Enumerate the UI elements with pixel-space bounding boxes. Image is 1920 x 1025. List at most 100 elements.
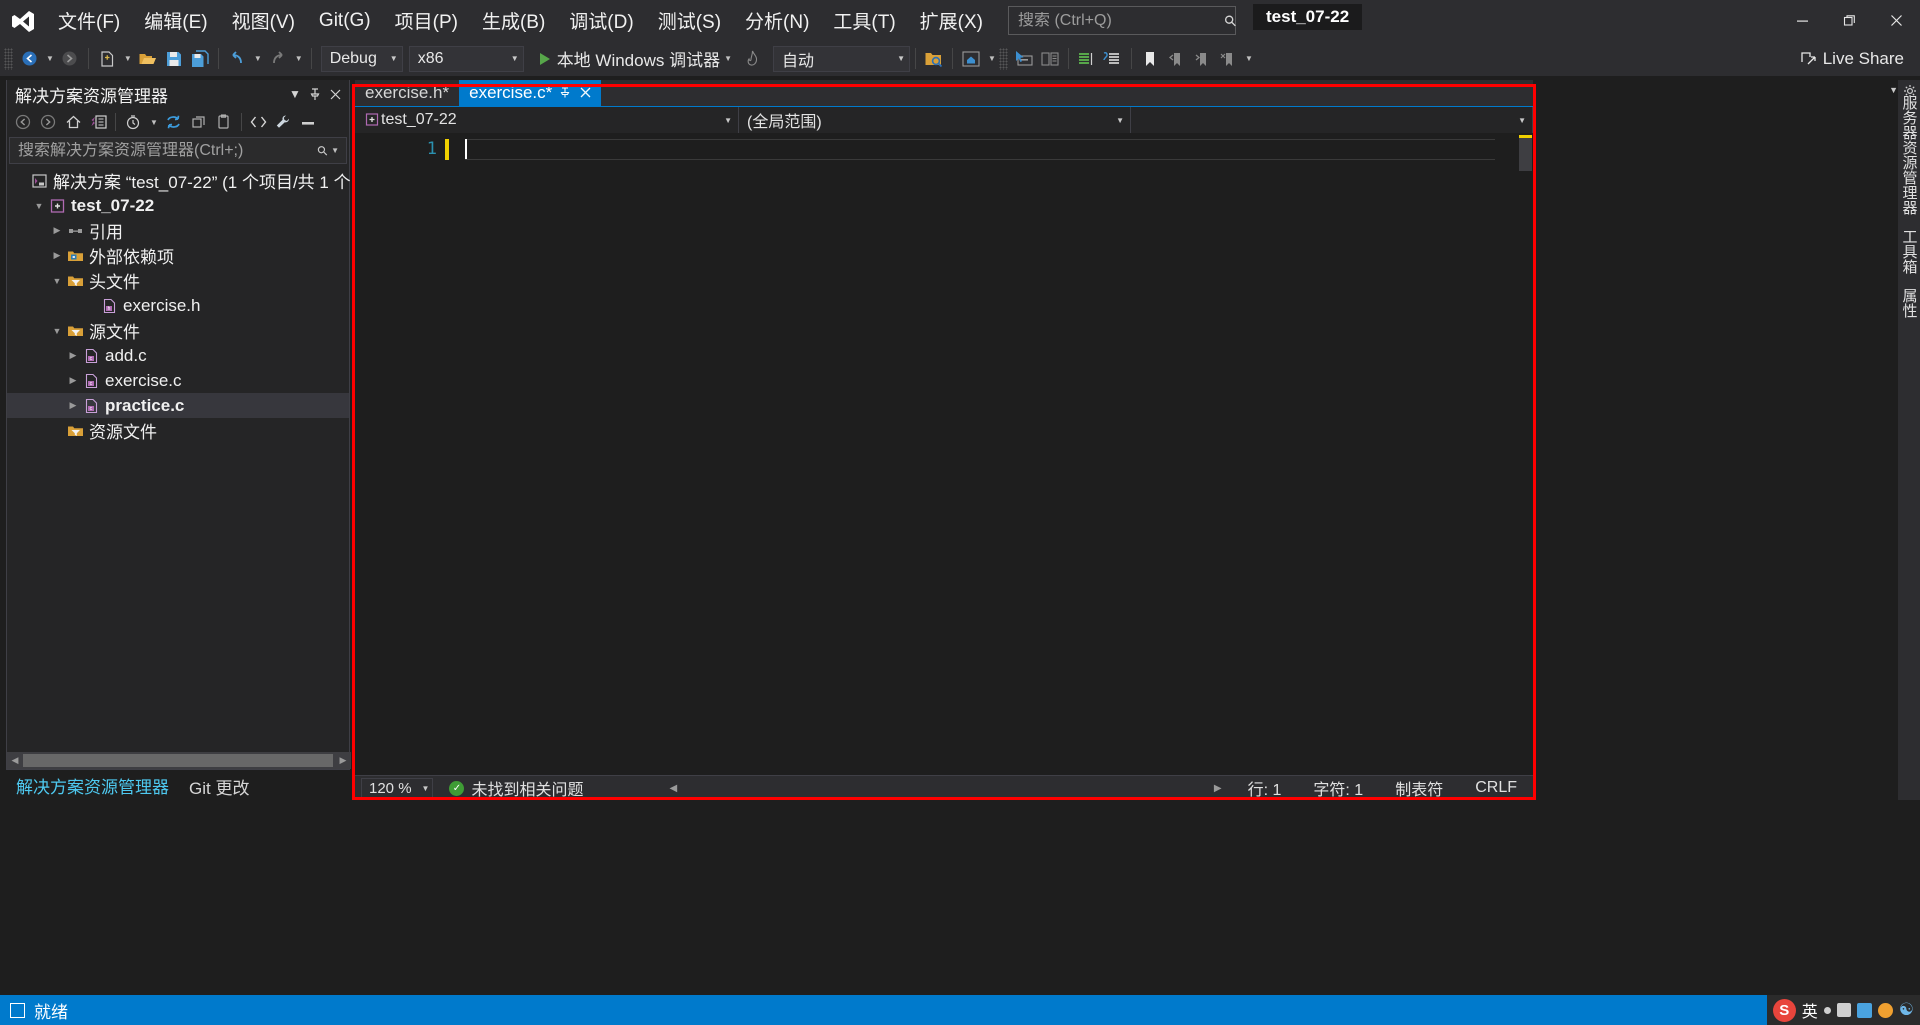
ime-fullwidth-icon[interactable]: [1836, 1003, 1851, 1017]
navigate-back-dropdown-icon[interactable]: ▼: [43, 54, 57, 63]
navbar-project-combo[interactable]: test_07-22 ▼: [355, 107, 739, 133]
menu-build[interactable]: 生成(B): [470, 0, 557, 41]
toolbar-overflow-icon[interactable]: ▼: [1242, 54, 1256, 63]
se-home-icon[interactable]: [61, 110, 85, 134]
tree-item-external-dependencies[interactable]: ▶ 外部依赖项: [7, 243, 349, 268]
tree-item-header-files[interactable]: ▼ 头文件: [7, 268, 349, 293]
undo-dropdown-icon[interactable]: ▼: [251, 54, 265, 63]
platform-combo[interactable]: x86 ▼: [408, 45, 524, 72]
navbar-member-combo[interactable]: ▼: [1131, 107, 1533, 133]
se-back-icon[interactable]: [11, 110, 35, 134]
issue-indicator[interactable]: ✓ 未找到相关问题: [449, 776, 583, 800]
rtab-server-explorer[interactable]: 服务器资源管理器: [1897, 88, 1920, 222]
navigate-forward-icon[interactable]: [57, 45, 83, 73]
se-refresh-icon[interactable]: [162, 110, 186, 134]
live-share-button[interactable]: Live Share: [1800, 45, 1904, 72]
save-all-icon[interactable]: [187, 45, 213, 73]
solution-explorer-search[interactable]: ⚲ ▼: [9, 137, 347, 164]
se-properties-icon[interactable]: [272, 110, 296, 134]
expander-icon[interactable]: ▶: [49, 248, 65, 264]
toolbar-grip[interactable]: [4, 47, 13, 70]
tree-item-solution[interactable]: ▶ 解决方案 “test_07-22” (1 个项目/共 1 个: [7, 168, 351, 193]
close-tab-icon[interactable]: [580, 85, 591, 102]
bookmark-icon[interactable]: [1137, 45, 1163, 73]
expander-icon[interactable]: ▼: [49, 273, 65, 289]
home-window-icon[interactable]: [958, 45, 984, 73]
pin-tab-icon[interactable]: [560, 85, 572, 101]
start-debugging-button[interactable]: 本地 Windows 调试器 ▼: [534, 45, 739, 73]
zoom-level-combo[interactable]: 120 % ▼: [361, 777, 434, 799]
editor-vertical-scrollbar[interactable]: [1518, 133, 1533, 783]
hot-reload-icon[interactable]: [739, 45, 765, 73]
ime-keyboard-icon[interactable]: [1856, 1002, 1872, 1018]
start-debugging-dropdown-icon[interactable]: ▼: [721, 54, 735, 63]
navigate-back-icon[interactable]: [16, 45, 42, 73]
menu-extensions[interactable]: 扩展(X): [908, 0, 995, 41]
se-pending-changes-dropdown-icon[interactable]: ▼: [147, 118, 161, 127]
expander-icon[interactable]: ▶: [49, 223, 65, 239]
configuration-combo[interactable]: Debug ▼: [320, 45, 403, 72]
undo-icon[interactable]: [224, 45, 250, 73]
save-icon[interactable]: [161, 45, 187, 73]
rtab-toolbox[interactable]: 工具箱: [1897, 222, 1920, 281]
comment-lines-icon[interactable]: [1074, 45, 1100, 73]
tree-item-practice-c[interactable]: ▶ c practice.c: [7, 393, 349, 418]
next-bookmark-icon[interactable]: [1189, 45, 1215, 73]
code-text-surface[interactable]: [449, 133, 1518, 783]
ime-language-label[interactable]: 英: [1802, 998, 1818, 1022]
solution-horizontal-scrollbar[interactable]: ◀ ▶: [7, 752, 351, 769]
ime-tools-icon[interactable]: [1877, 1002, 1893, 1018]
solution-search-input[interactable]: [18, 141, 318, 160]
menu-edit[interactable]: 编辑(E): [132, 0, 219, 41]
se-preview-icon[interactable]: [297, 110, 321, 134]
pointer-window-icon[interactable]: [1011, 45, 1037, 73]
tree-item-source-files[interactable]: ▼ 源文件: [7, 318, 349, 343]
se-switch-views-icon[interactable]: [86, 110, 110, 134]
se-view-code-icon[interactable]: [247, 110, 271, 134]
menu-analyze[interactable]: 分析(N): [733, 0, 821, 41]
minimize-button[interactable]: [1779, 0, 1826, 41]
expander-icon[interactable]: ▶: [65, 373, 81, 389]
code-editor[interactable]: 1: [355, 133, 1533, 783]
tree-item-references[interactable]: ▶ 引用: [7, 218, 349, 243]
sogou-logo-icon[interactable]: S: [1772, 998, 1796, 1022]
menu-tools[interactable]: 工具(T): [821, 0, 907, 41]
gear-icon[interactable]: [1903, 84, 1917, 101]
close-button[interactable]: [1873, 0, 1920, 41]
copy-window-icon[interactable]: [1037, 45, 1063, 73]
expander-icon[interactable]: ▼: [31, 198, 47, 214]
scroll-thumb[interactable]: [23, 754, 333, 767]
toolbar-grip-2[interactable]: [998, 47, 1008, 70]
redo-icon[interactable]: [265, 45, 291, 73]
se-forward-icon[interactable]: [36, 110, 60, 134]
search-folder-icon[interactable]: [921, 45, 947, 73]
rtab-properties[interactable]: 属性: [1897, 281, 1920, 325]
se-pending-changes-icon[interactable]: [121, 110, 145, 134]
pin-icon[interactable]: [305, 83, 325, 105]
new-item-dropdown-icon[interactable]: ▼: [121, 54, 135, 63]
menu-view[interactable]: 视图(V): [220, 0, 307, 41]
status-scroll-icon[interactable]: ▶: [1214, 783, 1222, 794]
editor-tab-exercise-c[interactable]: exercise.c*: [459, 80, 602, 106]
open-file-icon[interactable]: [135, 45, 161, 73]
editor-tab-exercise-h[interactable]: exercise.h*: [355, 80, 459, 106]
issue-prev-icon[interactable]: ◀: [669, 783, 677, 794]
expander-icon[interactable]: ▼: [49, 323, 65, 339]
ime-punctuation-icon[interactable]: [1823, 1006, 1831, 1014]
ime-toolbar[interactable]: S 英 ☯: [1766, 995, 1920, 1025]
scroll-left-icon[interactable]: ◀: [7, 755, 23, 766]
code-line[interactable]: [465, 139, 1495, 160]
global-search[interactable]: ⚲: [1008, 6, 1241, 35]
menu-debug[interactable]: 调试(D): [557, 0, 645, 41]
scroll-track[interactable]: [23, 752, 335, 769]
uncomment-lines-icon[interactable]: [1100, 45, 1126, 73]
scroll-right-icon[interactable]: ▶: [335, 755, 351, 766]
panel-menu-chevron-icon[interactable]: ▼: [285, 83, 305, 105]
close-panel-icon[interactable]: [325, 83, 345, 105]
se-show-all-files-icon[interactable]: [212, 110, 236, 134]
redo-dropdown-icon[interactable]: ▼: [292, 54, 306, 63]
tree-item-resource-files[interactable]: ▶ 资源文件: [7, 418, 349, 443]
maximize-restore-button[interactable]: [1826, 0, 1873, 41]
menu-project[interactable]: 项目(P): [383, 0, 470, 41]
tab-solution-explorer[interactable]: 解决方案资源管理器: [6, 773, 179, 800]
